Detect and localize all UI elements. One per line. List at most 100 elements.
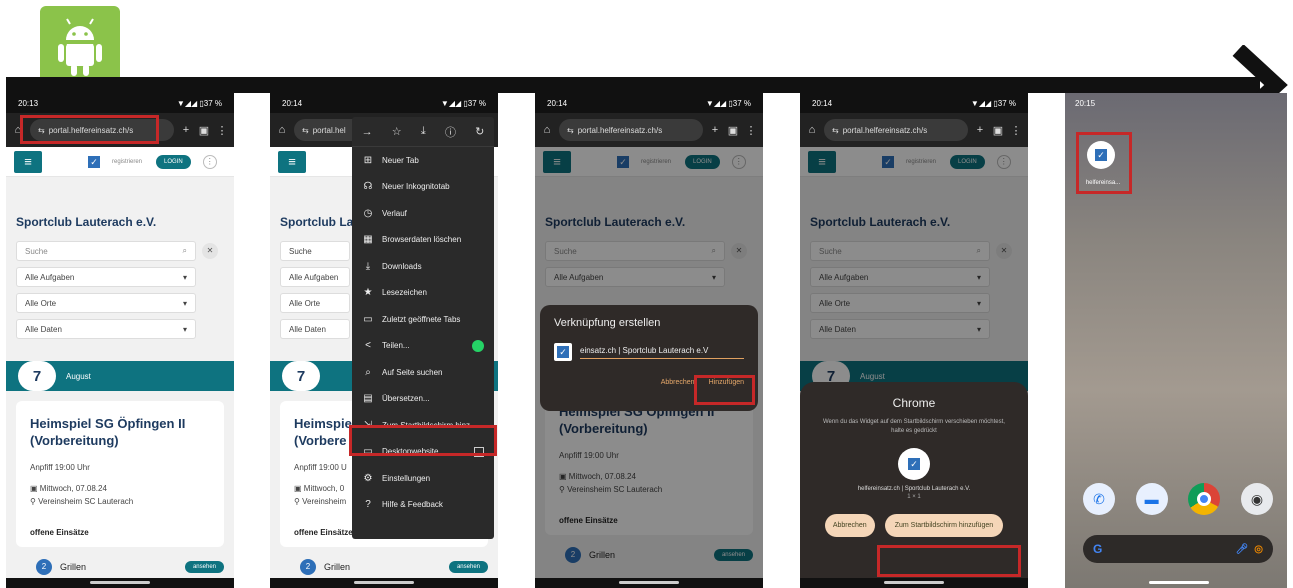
translate-icon: ▤ bbox=[363, 393, 373, 405]
site-logo[interactable]: ✓ bbox=[88, 155, 100, 168]
new-tab-icon[interactable]: + bbox=[709, 124, 721, 136]
site-header: ≡ ✓ registrieren LOGIN ⋮ bbox=[6, 147, 234, 177]
event-date: ▣ Mittwoch, 07.08.24 bbox=[30, 484, 107, 493]
event-card[interactable]: Heimspiel SG Öpfingen II (Vorbereitung) … bbox=[16, 401, 224, 547]
menu-item[interactable]: ⌕ Auf Seite suchen bbox=[352, 359, 494, 386]
share-icon: < bbox=[365, 340, 371, 352]
menu-item-label: Teilen... bbox=[382, 341, 410, 351]
tabs-icon[interactable]: ▣ bbox=[198, 124, 210, 137]
menu-item[interactable]: ▭ Zuletzt geöffnete Tabs bbox=[352, 306, 494, 333]
menu-icon[interactable]: ⋮ bbox=[1010, 124, 1022, 137]
event-kickoff: Anpfiff 19:00 Uhr bbox=[30, 463, 90, 472]
more-icon[interactable]: ⋮ bbox=[202, 154, 217, 169]
register-link[interactable]: registrieren bbox=[112, 159, 142, 165]
menu-item-label: Browserdaten löschen bbox=[382, 235, 462, 245]
menu-item[interactable]: ◷ Verlauf bbox=[352, 200, 494, 227]
history-icon: ◷ bbox=[363, 207, 373, 219]
status-icons: ▼◢◢ ▯37 % bbox=[440, 98, 486, 108]
event-venue: ⚲ Vereinsheim SC Lauterach bbox=[30, 497, 134, 506]
date-day: 7 bbox=[18, 361, 56, 391]
menu-item-label: Hilfe & Feedback bbox=[382, 500, 443, 510]
menu-item[interactable]: ? Hilfe & Feedback bbox=[352, 492, 494, 519]
new-tab-icon: ⊞ bbox=[363, 154, 373, 166]
hamburger-icon[interactable]: ≡ bbox=[278, 150, 306, 173]
menu-item[interactable]: ⤓ Downloads bbox=[352, 253, 494, 280]
settings-icon: ⚙ bbox=[363, 472, 373, 484]
nav-bar bbox=[6, 578, 234, 588]
time: 20:13 bbox=[18, 98, 39, 108]
menu-item-label: Neuer Inkognitotab bbox=[382, 182, 450, 192]
widget-size: 1 × 1 bbox=[907, 494, 921, 500]
home-pill[interactable] bbox=[1149, 581, 1209, 584]
cancel-button[interactable]: Abbrechen bbox=[661, 379, 695, 386]
url-bar[interactable]: ⇆ portal.helfereinsatz.ch/s bbox=[559, 119, 703, 141]
google-search-bar[interactable]: G 🎤︎ ◎ bbox=[1083, 535, 1273, 563]
date-day: 7 bbox=[282, 361, 320, 391]
home-pill[interactable] bbox=[90, 581, 150, 584]
filter-dates[interactable]: Alle Daten bbox=[280, 319, 350, 339]
lens-icon[interactable]: ◎ bbox=[1254, 544, 1263, 555]
filter-tasks[interactable]: Alle Aufgaben bbox=[280, 267, 350, 287]
download-page-icon[interactable]: ⤓ bbox=[421, 125, 426, 138]
tabs-icon[interactable]: ▣ bbox=[992, 124, 1004, 137]
menu-item[interactable]: ▤ Übersetzen... bbox=[352, 386, 494, 413]
chevron-down-icon: ▾ bbox=[182, 324, 187, 334]
home-icon[interactable]: ⌂ bbox=[806, 124, 818, 136]
messages-app-icon[interactable]: ▬ bbox=[1135, 483, 1168, 515]
shortcut-name-input[interactable]: einsatz.ch | Sportclub Lauterach e.V bbox=[580, 346, 744, 359]
sheet-description: Wenn du das Widget auf dem Startbildschi… bbox=[823, 419, 1005, 434]
time: 20:14 bbox=[282, 98, 303, 108]
chrome-app-icon[interactable] bbox=[1188, 483, 1221, 515]
login-button[interactable]: LOGIN bbox=[156, 154, 191, 169]
filter-tasks[interactable]: Alle Aufgaben ▾ bbox=[16, 267, 196, 287]
status-bar: 20:13 ▼◢◢ ▯37 % bbox=[6, 93, 234, 113]
sheet-title: Chrome bbox=[892, 396, 936, 410]
filter-places[interactable]: Alle Orte bbox=[280, 293, 350, 313]
filter-dates[interactable]: Alle Daten ▾ bbox=[16, 319, 196, 339]
calendar-icon: ▣ bbox=[30, 484, 40, 493]
menu-item[interactable]: ▦ Browserdaten löschen bbox=[352, 227, 494, 254]
add-to-home-button[interactable]: Zum Startbildschirm hinzufügen bbox=[884, 514, 1004, 537]
cancel-button[interactable]: Abbrechen bbox=[824, 514, 875, 537]
home-icon[interactable]: ⌂ bbox=[541, 124, 553, 136]
search-input[interactable]: Suche ⌕ bbox=[16, 241, 196, 261]
download-icon: ⤓ bbox=[365, 260, 371, 272]
menu-icon[interactable]: ⋮ bbox=[216, 124, 228, 137]
status-icons: ▼◢◢ ▯37 % bbox=[176, 98, 222, 108]
menu-item[interactable]: < Teilen... bbox=[352, 333, 494, 360]
menu-item[interactable]: ⚙ Einstellungen bbox=[352, 465, 494, 492]
view-button[interactable]: ansehen bbox=[448, 561, 488, 573]
menu-item[interactable]: ☊ Neuer Inkognitotab bbox=[352, 174, 494, 201]
flow-arrow bbox=[6, 77, 1260, 93]
menu-icon[interactable]: ⋮ bbox=[745, 124, 757, 137]
menu-item[interactable]: ⊞ Neuer Tab bbox=[352, 147, 494, 174]
forward-icon[interactable]: → bbox=[362, 126, 373, 138]
search-input[interactable]: Suche bbox=[280, 241, 350, 261]
page-title: Sportclub Lauterach e.V. bbox=[16, 215, 157, 229]
tabs-icon[interactable]: ▣ bbox=[727, 124, 739, 137]
new-tab-icon[interactable]: + bbox=[974, 124, 986, 136]
camera-app-icon[interactable]: ◉ bbox=[1240, 483, 1273, 515]
browser-toolbar: ⌂ ⇆ portal.helfereinsatz.ch/s + ▣ ⋮ bbox=[535, 113, 763, 147]
url-bar[interactable]: ⇆ portal.helfereinsatz.ch/s bbox=[824, 119, 968, 141]
menu-item[interactable]: ★ Lesezeichen bbox=[352, 280, 494, 307]
widget-preview-icon[interactable]: ✓ bbox=[898, 448, 930, 480]
filter-places[interactable]: Alle Orte ▾ bbox=[16, 293, 196, 313]
bookmark-icon[interactable]: ☆ bbox=[392, 125, 402, 138]
info-icon[interactable]: ⓘ bbox=[445, 124, 456, 140]
mic-icon[interactable]: 🎤︎ bbox=[1236, 544, 1249, 555]
new-tab-icon[interactable]: + bbox=[180, 124, 192, 136]
phone-app-icon[interactable]: ✆ bbox=[1083, 483, 1115, 515]
job-count: 2 bbox=[36, 559, 52, 575]
clear-icon[interactable]: ✕ bbox=[202, 243, 218, 259]
phone-step-1: 20:13 ▼◢◢ ▯37 % ⌂ ⇆ portal.helfereinsatz.… bbox=[6, 93, 234, 588]
home-icon[interactable]: ⌂ bbox=[276, 124, 288, 136]
chevron-down-icon: ▾ bbox=[182, 272, 187, 282]
hamburger-icon[interactable]: ≡ bbox=[14, 150, 42, 173]
view-button[interactable]: ansehen bbox=[184, 561, 224, 573]
reload-icon[interactable]: ↻ bbox=[475, 125, 484, 138]
job-name: Grillen bbox=[60, 562, 87, 572]
whatsapp-icon[interactable] bbox=[472, 339, 484, 352]
menu-item-label: Auf Seite suchen bbox=[382, 367, 443, 377]
nav-bar bbox=[270, 578, 498, 588]
